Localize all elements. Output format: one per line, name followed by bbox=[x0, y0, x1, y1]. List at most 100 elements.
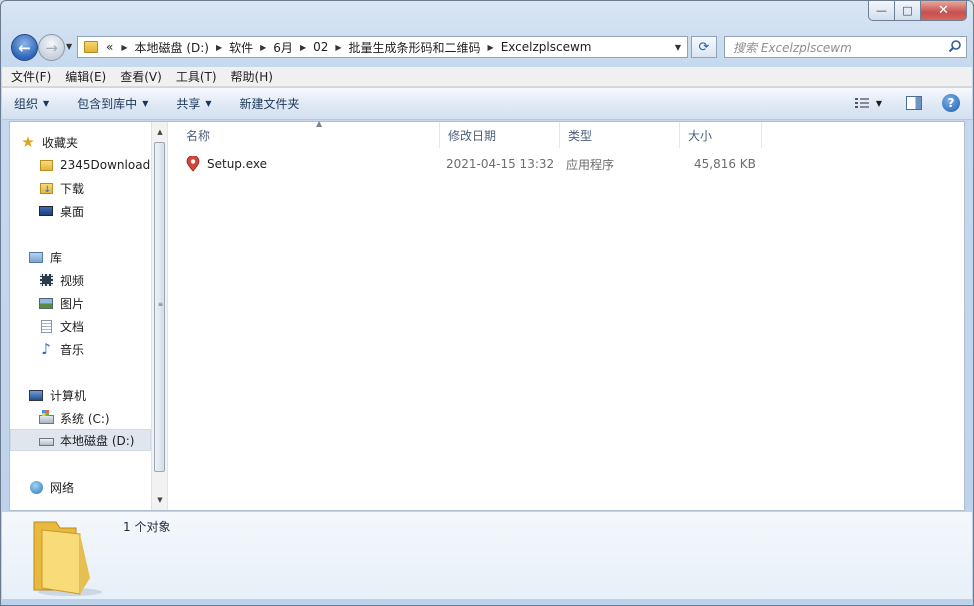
breadcrumb-current[interactable]: Excelzplscewm bbox=[501, 40, 592, 54]
item-count: 1 个对象 bbox=[123, 520, 171, 534]
menu-tools[interactable]: 工具(T) bbox=[176, 68, 217, 85]
refresh-button[interactable]: ⟳ bbox=[691, 36, 717, 58]
menu-edit[interactable]: 编辑(E) bbox=[65, 68, 106, 85]
column-label: 名称 bbox=[186, 128, 211, 143]
breadcrumb-barcode[interactable]: 批量生成条形码和二维码 bbox=[349, 39, 481, 56]
search-icon[interactable] bbox=[948, 39, 962, 53]
address-bar[interactable]: « ▶ 本地磁盘 (D:) ▶ 软件 ▶ 6月 ▶ 02 ▶ 批量生成条形码和二… bbox=[77, 36, 688, 58]
back-button[interactable]: ← bbox=[11, 34, 38, 61]
forward-button[interactable]: → bbox=[38, 34, 65, 61]
menu-help[interactable]: 帮助(H) bbox=[231, 68, 273, 85]
command-bar: 组织 ▼ 包含到库中 ▼ 共享 ▼ 新建文件夹 ▼ ? bbox=[2, 88, 972, 120]
explorer-window: — □ ✕ ← → ▼ « ▶ 本地磁盘 (D:) ▶ 软件 ▶ 6月 ▶ 02… bbox=[0, 0, 974, 606]
nav-scrollbar[interactable]: ▲ ≡ ▼ bbox=[151, 122, 167, 510]
scroll-thumb[interactable]: ≡ bbox=[154, 142, 165, 472]
nav-libraries[interactable]: 库 bbox=[28, 246, 169, 268]
search-placeholder: 搜索 Excelzplscewm bbox=[733, 40, 852, 55]
organize-button[interactable]: 组织 ▼ bbox=[14, 95, 49, 112]
library-icon bbox=[28, 250, 44, 264]
network-icon bbox=[28, 480, 44, 494]
breadcrumb-software[interactable]: 软件 bbox=[229, 39, 253, 56]
desktop-icon bbox=[38, 204, 54, 218]
maximize-button[interactable]: □ bbox=[895, 1, 921, 21]
nav-network[interactable]: 网络 bbox=[28, 476, 169, 498]
caption-buttons: — □ ✕ bbox=[868, 1, 967, 21]
share-button[interactable]: 共享 ▼ bbox=[176, 95, 211, 112]
chevron-down-icon: ▼ bbox=[43, 99, 50, 108]
chevron-right-icon[interactable]: ▶ bbox=[488, 43, 494, 52]
column-header-name[interactable]: 名称 ▲ bbox=[178, 119, 440, 148]
breadcrumb-june[interactable]: 6月 bbox=[273, 39, 293, 56]
nav-label: 图片 bbox=[60, 296, 85, 311]
nav-label: 下载 bbox=[60, 181, 85, 196]
large-folder-icon bbox=[33, 521, 102, 596]
file-date-cell: 2021-04-15 13:32 bbox=[446, 157, 555, 171]
organize-label: 组织 bbox=[14, 97, 39, 111]
file-row[interactable]: Setup.exe 2021-04-15 13:32 应用程序 45,816 K… bbox=[178, 154, 768, 174]
document-icon bbox=[38, 319, 54, 333]
nav-label: 网络 bbox=[50, 480, 75, 495]
chevron-right-icon[interactable]: ▶ bbox=[335, 43, 341, 52]
navigation-row: ← → ▼ « ▶ 本地磁盘 (D:) ▶ 软件 ▶ 6月 ▶ 02 ▶ 批量生… bbox=[9, 32, 967, 62]
new-folder-button[interactable]: 新建文件夹 bbox=[240, 95, 300, 112]
breadcrumb-drive-d[interactable]: 本地磁盘 (D:) bbox=[135, 39, 209, 56]
include-in-library-button[interactable]: 包含到库中 ▼ bbox=[77, 95, 148, 112]
computer-icon bbox=[28, 388, 44, 402]
chevron-down-icon: ▼ bbox=[205, 99, 212, 108]
arrow-right-icon: → bbox=[45, 38, 58, 57]
close-button[interactable]: ✕ bbox=[921, 1, 967, 21]
help-icon[interactable]: ? bbox=[942, 94, 960, 112]
address-overflow[interactable]: « bbox=[106, 40, 113, 54]
chevron-right-icon[interactable]: ▶ bbox=[300, 43, 306, 52]
navigation-pane: ★ 收藏夹 2345Downloads ↓ 下载 桌面 库 视频 图片 文档 ♪… bbox=[10, 122, 168, 510]
music-icon: ♪ bbox=[41, 340, 51, 358]
nav-favorites[interactable]: ★ 收藏夹 bbox=[20, 131, 161, 153]
chevron-right-icon[interactable]: ▶ bbox=[216, 43, 222, 52]
column-label: 修改日期 bbox=[448, 128, 497, 143]
chevron-down-icon: ▼ bbox=[142, 99, 149, 108]
star-icon: ★ bbox=[21, 133, 35, 151]
download-folder-icon: ↓ bbox=[38, 181, 54, 195]
file-type-cell: 应用程序 bbox=[566, 157, 615, 172]
refresh-icon: ⟳ bbox=[698, 39, 710, 55]
search-input[interactable]: 搜索 Excelzplscewm bbox=[724, 36, 967, 58]
file-name-cell[interactable]: Setup.exe bbox=[186, 154, 267, 174]
system-drive-icon bbox=[38, 410, 54, 425]
nav-computer[interactable]: 计算机 bbox=[28, 384, 169, 406]
sort-ascending-icon: ▲ bbox=[316, 119, 323, 128]
nav-label: 收藏夹 bbox=[42, 135, 79, 150]
nav-label: 桌面 bbox=[60, 204, 85, 219]
nav-label: 本地磁盘 (D:) bbox=[60, 433, 135, 448]
picture-icon bbox=[38, 296, 54, 310]
menu-view[interactable]: 查看(V) bbox=[120, 68, 162, 85]
recent-pages-dropdown[interactable]: ▼ bbox=[66, 42, 72, 51]
nav-label: 系统 (C:) bbox=[60, 411, 110, 426]
chevron-right-icon[interactable]: ▶ bbox=[260, 43, 266, 52]
nav-drive-d[interactable]: 本地磁盘 (D:) bbox=[10, 429, 151, 451]
view-dropdown-icon[interactable]: ▼ bbox=[876, 99, 882, 108]
nav-label: 库 bbox=[50, 250, 63, 265]
setup-exe-icon bbox=[186, 156, 200, 172]
breadcrumb-02[interactable]: 02 bbox=[313, 40, 328, 54]
column-label: 类型 bbox=[568, 128, 593, 143]
column-header-size[interactable]: 大小 bbox=[680, 122, 762, 148]
view-details-icon[interactable] bbox=[854, 96, 870, 110]
arrow-left-icon: ← bbox=[18, 38, 31, 57]
minimize-button[interactable]: — bbox=[868, 1, 895, 21]
preview-pane-icon[interactable] bbox=[906, 96, 922, 110]
scroll-up-icon[interactable]: ▲ bbox=[152, 124, 168, 140]
chevron-right-icon[interactable]: ▶ bbox=[121, 43, 127, 52]
scroll-down-icon[interactable]: ▼ bbox=[152, 492, 168, 508]
menu-file[interactable]: 文件(F) bbox=[11, 68, 51, 85]
file-list-pane: 名称 ▲ 修改日期 类型 大小 Setup.exe 2021-04-15 13:… bbox=[168, 119, 964, 510]
grip-icon: ≡ bbox=[158, 301, 164, 308]
include-library-label: 包含到库中 bbox=[77, 97, 138, 111]
nav-label: 音乐 bbox=[60, 342, 85, 357]
video-icon bbox=[38, 273, 54, 287]
share-label: 共享 bbox=[176, 97, 201, 111]
column-header-date[interactable]: 修改日期 bbox=[440, 122, 560, 148]
details-pane: 1 个对象 bbox=[2, 511, 972, 599]
address-dropdown-icon[interactable]: ▼ bbox=[675, 43, 681, 52]
column-header-type[interactable]: 类型 bbox=[560, 122, 680, 148]
nav-label: 视频 bbox=[60, 273, 85, 288]
